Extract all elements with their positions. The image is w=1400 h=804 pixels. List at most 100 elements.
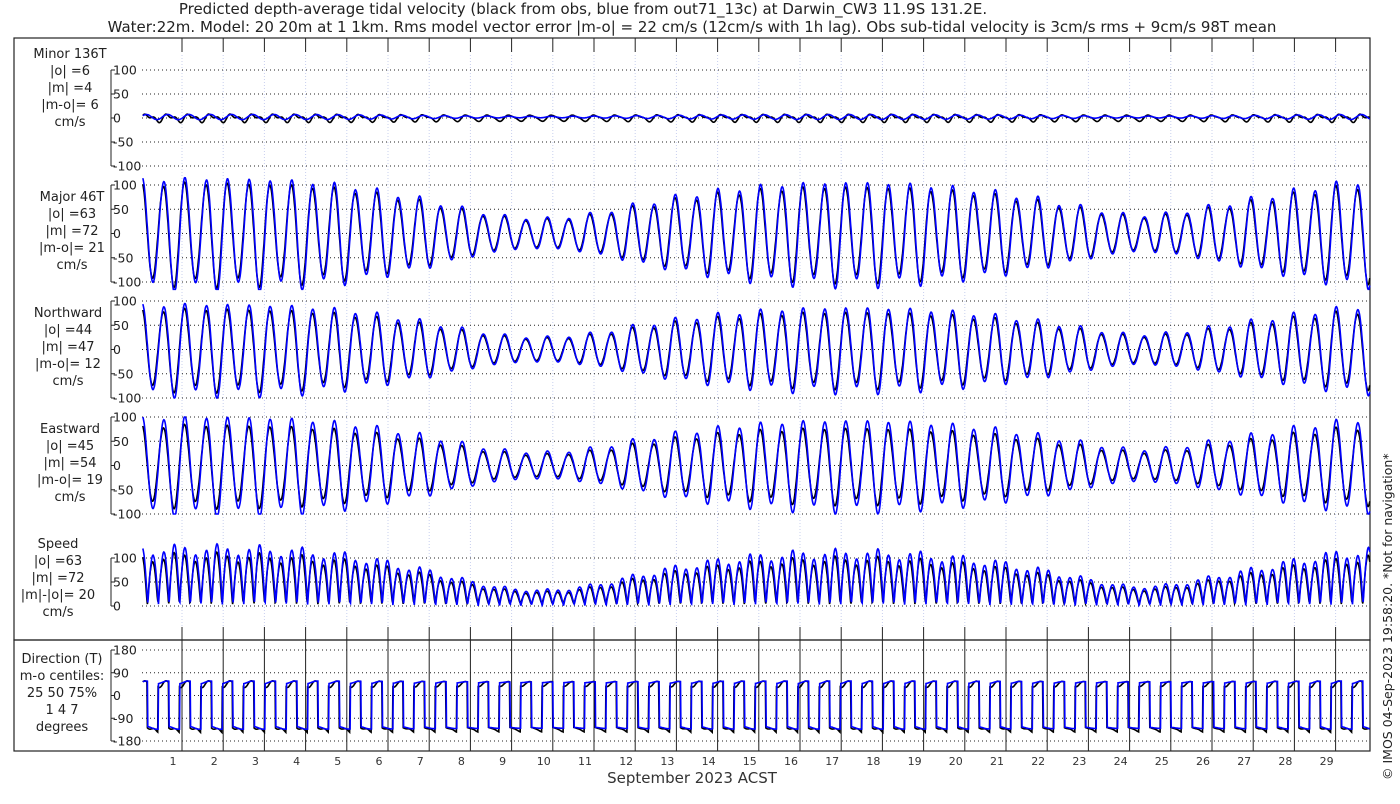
y-tick-label: 0 [113,599,121,614]
dir-panel-label: 1 4 7 [45,703,78,718]
x-tick-label: 24 [1114,755,1128,768]
north-panel-label: |m| =47 [42,340,95,355]
major-panel-label: Major 46T [40,190,105,205]
speed-panel-label: |o| =63 [34,554,82,569]
y-tick-label: -50 [113,366,133,381]
x-tick-label: 15 [743,755,757,768]
x-tick-label: 4 [293,755,300,768]
north-obs-line [142,307,1371,395]
grid [142,38,1370,751]
major-panel-label: |m| =72 [46,224,99,239]
y-tick-label: -100 [113,159,141,174]
y-tick-label: -50 [113,135,133,150]
x-tick-label: 13 [660,755,674,768]
x-tick-label: 10 [537,755,551,768]
y-tick-label: 0 [113,111,121,126]
y-tick-label: -50 [113,482,133,497]
y-tick-label: 100 [113,178,137,193]
x-tick-label: 19 [908,755,922,768]
y-tick-label: 180 [113,643,137,658]
y-tick-label: 0 [113,226,121,241]
y-tick-label: 50 [113,318,129,333]
axes: 100 50 0 -50 -100 100 50 0 -50 -100 100 50 0 -50 -100 1… [110,63,141,749]
y-tick-label: -100 [113,391,141,406]
east-panel-label: |m| =54 [44,456,97,471]
dir-panel-label: Direction (T) [22,652,103,667]
x-tick-label: 14 [702,755,716,768]
dir-obs-line [142,679,1371,735]
minor-panel-label: |o| =6 [50,64,90,79]
y-tick-label: 0 [113,688,121,703]
north-panel-label: |m-o|= 12 [35,357,101,372]
y-tick-label: 0 [113,458,121,473]
east-panel-label: cm/s [55,490,86,505]
x-tick-label: 9 [499,755,506,768]
x-tick-label: 26 [1196,755,1210,768]
minor-panel-label: |m| =4 [48,81,93,96]
minor-panel-label: |m-o|= 6 [41,98,99,113]
dir-model-line [142,680,1370,730]
copyright-note: © IMOS 04-Sep-2023 19:58:20. *Not for na… [1380,453,1395,780]
dir-panel-label: m-o centiles: [20,669,105,684]
y-tick-label: 50 [113,202,129,217]
speed-model-line [142,542,1371,608]
dir-panel-label: degrees [36,720,89,735]
x-tick-label: 29 [1320,755,1334,768]
x-tick-label: 27 [1237,755,1251,768]
x-tick-label: 25 [1155,755,1169,768]
x-tick-label: 11 [578,755,592,768]
x-tick-label: 6 [376,755,383,768]
north-panel-label: cm/s [53,374,84,389]
east-panel-label: |o| =45 [46,439,94,454]
speed-panel-label: |m|-|o|= 20 [21,588,95,603]
y-tick-label: 50 [113,434,129,449]
x-tick-label: 1 [170,755,177,768]
north-panel-label: |o| =44 [44,323,92,338]
speed-panel-label: Speed [38,537,79,552]
x-axis: 1 2 3 4 5 6 7 8 9 10 11 12 13 14 15 16 17 18 19 20 21 22 23 24 2… [170,755,1334,768]
y-tick-label: 100 [113,294,137,309]
x-tick-label: 7 [417,755,424,768]
major-panel-label: |m-o|= 21 [39,241,105,256]
minor-panel-label: Minor 136T [33,47,106,62]
north-panel-label: Northward [34,306,102,321]
east-panel-label: Eastward [40,422,100,437]
x-tick-label: 8 [458,755,465,768]
x-tick-label: 28 [1278,755,1292,768]
y-tick-label: 50 [113,87,129,102]
y-tick-label: 50 [113,575,129,590]
tidal-velocity-figure: Predicted depth-average tidal velocity (… [13,0,1395,787]
x-tick-label: 22 [1031,755,1045,768]
y-tick-label: -180 [113,734,141,749]
x-tick-label: 21 [990,755,1004,768]
y-tick-label: -90 [113,711,133,726]
x-tick-label: 16 [784,755,798,768]
x-tick-label: 17 [825,755,839,768]
major-obs-line [142,180,1371,290]
y-tick-label: -100 [113,507,141,522]
chart-title-line1: Predicted depth-average tidal velocity (… [179,0,987,19]
speed-panel-label: |m| =72 [32,571,85,586]
y-tick-label: 90 [113,665,129,680]
x-tick-label: 18 [866,755,880,768]
x-tick-label: 2 [211,755,218,768]
north-model-line [142,302,1371,399]
y-tick-label: -100 [113,275,141,290]
panel-labels: Minor 136T |o| =6 |m| =4 |m-o|= 6 cm/s Major … [20,47,107,735]
east-panel-label: |m-o|= 19 [37,473,103,488]
dir-panel-label: 25 50 75% [27,686,97,701]
y-tick-label: 100 [113,63,137,78]
y-tick-label: 100 [113,410,137,425]
y-tick-label: 0 [113,342,121,357]
speed-panel-label: cm/s [43,605,74,620]
x-tick-label: 20 [949,755,963,768]
y-tick-label: -50 [113,250,133,265]
chart-title-line2: Water:22m. Model: 20 20m at 1 1km. Rms m… [108,18,1277,36]
x-tick-label: 3 [252,755,259,768]
minor-panel-label: cm/s [55,115,86,130]
major-panel-label: |o| =63 [48,207,96,222]
x-axis-title: September 2023 ACST [607,769,778,787]
y-tick-label: 100 [113,551,137,566]
x-tick-label: 5 [334,755,341,768]
major-panel-label: cm/s [57,258,88,273]
